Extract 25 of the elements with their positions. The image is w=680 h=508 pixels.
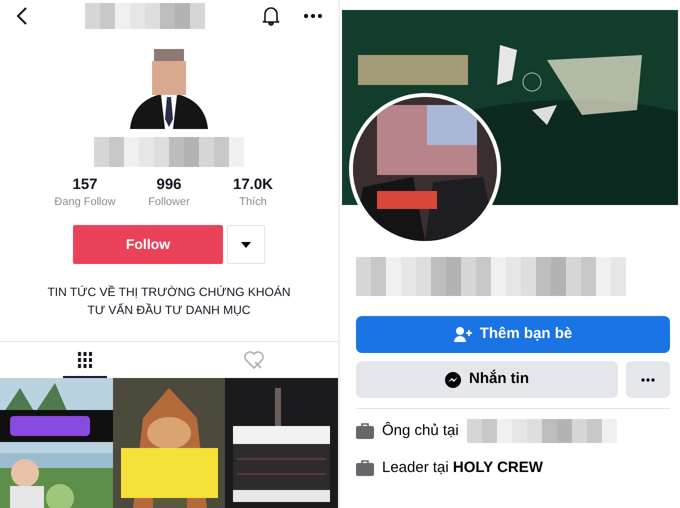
stat-value: 157 [71,177,99,194]
add-friend-button[interactable]: Thêm bạn bè [356,316,670,353]
add-person-icon [454,327,472,342]
messenger-icon [445,372,461,388]
grid-icon [78,352,92,368]
briefcase-icon [356,460,374,476]
bio-line: TƯ VẤN ĐẦU TƯ DANH MỤC [86,302,252,319]
stat-value: 996 [155,177,183,194]
detail-text: Leader tại HOLY CREW [382,458,543,478]
bell-icon[interactable] [262,6,280,26]
bio-line: TIN TỨC VỀ THỊ TRƯỜNG CHỨNG KHOÁN [46,284,292,302]
message-button[interactable]: Nhắn tin [356,361,618,398]
caret-icon [241,242,251,248]
more-icon[interactable] [304,14,322,18]
detail-text: Ông chủ tại [382,420,459,441]
stat-value: 17.0K [232,177,274,194]
stat-label: Thích [238,194,268,210]
heart-icon [244,350,264,369]
dropdown-button[interactable] [227,225,265,264]
stat-label: Follower [147,194,191,210]
stat-label: Đang Follow [53,194,117,210]
back-icon[interactable] [16,6,28,26]
more-icon [641,378,655,382]
briefcase-icon [356,423,374,439]
follow-button[interactable]: Follow [73,225,223,264]
